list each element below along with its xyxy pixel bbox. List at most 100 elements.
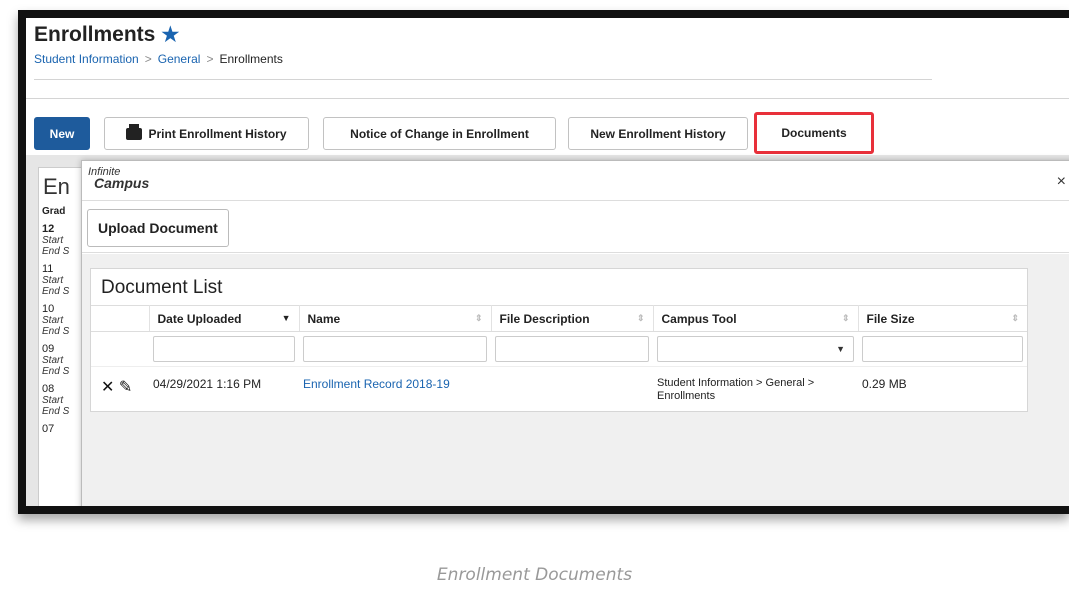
- screenshot-frame: Enrollments ★ Student Information > Gene…: [18, 10, 1069, 514]
- upload-button-label: Upload Document: [98, 220, 218, 236]
- action-toolbar: New Print Enrollment History Notice of C…: [26, 98, 1069, 154]
- end-label: End S: [42, 246, 70, 257]
- description-cell: [491, 367, 653, 408]
- enrollment-row[interactable]: 10 Start End S: [39, 303, 87, 337]
- date-cell: 04/29/2021 1:16 PM: [153, 377, 262, 391]
- grade-value: 08: [42, 383, 55, 395]
- start-label: Start: [42, 395, 64, 406]
- column-label: Name: [307, 311, 341, 326]
- grade-value: 07: [42, 423, 55, 435]
- document-list-title: Document List: [101, 277, 223, 298]
- end-label: End S: [42, 366, 70, 377]
- upload-document-button[interactable]: Upload Document: [87, 209, 229, 247]
- print-button-label: Print Enrollment History: [148, 126, 287, 141]
- start-label: Start: [42, 275, 64, 286]
- campus-tool-filter-select[interactable]: ▼: [657, 336, 854, 362]
- grade-value: 09: [42, 343, 55, 355]
- enrollment-panel-title: En: [43, 174, 70, 199]
- grade-value: 11: [42, 263, 54, 275]
- column-date-uploaded[interactable]: Date Uploaded ▼: [149, 305, 300, 332]
- logo-line-2: Campus: [94, 175, 150, 191]
- filter-description-cell: [491, 332, 653, 367]
- filter-date-cell: [149, 332, 299, 367]
- delete-icon[interactable]: ✕: [101, 379, 114, 396]
- page-header: Enrollments ★ Student Information > Gene…: [34, 22, 932, 80]
- description-filter-input[interactable]: [495, 336, 649, 362]
- modal-body: Document List Date Uploaded ▼ Name ⇕ Fil…: [82, 254, 1069, 506]
- modal-header: Infinite Campus ×: [82, 161, 1069, 201]
- filter-name-cell: [299, 332, 491, 367]
- filter-row: ▼: [91, 332, 1027, 367]
- new-button-label: New: [49, 126, 75, 141]
- document-list-panel: Document List Date Uploaded ▼ Name ⇕ Fil…: [90, 268, 1028, 412]
- end-label: End S: [42, 286, 70, 297]
- star-icon[interactable]: ★: [161, 22, 179, 47]
- page-title-text: Enrollments: [34, 22, 156, 46]
- enrollment-row[interactable]: 07: [39, 423, 87, 435]
- actions-column-header: [91, 305, 150, 332]
- new-button[interactable]: New: [34, 117, 90, 150]
- document-name-link[interactable]: Enrollment Record 2018-19: [299, 367, 491, 408]
- filter-size-cell: [858, 332, 1027, 367]
- column-label: File Description: [499, 311, 590, 326]
- filter-spacer: [91, 332, 149, 367]
- grade-header: Grad: [42, 206, 66, 217]
- name-filter-input[interactable]: [303, 336, 487, 362]
- pencil-icon[interactable]: ✎: [119, 379, 132, 396]
- breadcrumb-general[interactable]: General: [158, 52, 201, 66]
- enrollment-row[interactable]: 11 Start End S: [39, 263, 87, 297]
- enrollment-row[interactable]: 09 Start End S: [39, 343, 87, 377]
- printer-icon: [126, 123, 143, 140]
- grade-value: 10: [42, 303, 55, 315]
- table-row: ✕ ✎ 04/29/2021 1:16 PM Enrollment Record…: [91, 366, 1027, 408]
- notice-of-change-button[interactable]: Notice of Change in Enrollment: [323, 117, 556, 150]
- breadcrumb: Student Information > General > Enrollme…: [34, 52, 932, 66]
- documents-modal: Infinite Campus × Upload Document Docume…: [81, 160, 1069, 506]
- chevron-right-icon: >: [144, 52, 152, 66]
- sort-icon[interactable]: ⇕: [842, 313, 850, 324]
- documents-button[interactable]: Documents: [754, 112, 874, 154]
- sort-desc-icon[interactable]: ▼: [282, 313, 291, 323]
- sort-icon[interactable]: ⇕: [475, 313, 483, 324]
- campus-tool-cell: Student Information > General > Enrollme…: [657, 377, 815, 402]
- documents-button-label: Documents: [781, 126, 847, 140]
- enrollment-row[interactable]: 08 Start End S: [39, 383, 87, 417]
- print-enrollment-history-button[interactable]: Print Enrollment History: [104, 117, 309, 150]
- column-file-size[interactable]: File Size ⇕: [858, 305, 1027, 332]
- start-label: Start: [42, 315, 64, 326]
- new-enrollment-history-button[interactable]: New Enrollment History: [568, 117, 748, 150]
- chevron-right-icon: >: [206, 52, 214, 66]
- image-caption: Enrollment Documents: [436, 565, 633, 585]
- infinite-campus-logo: Infinite Campus: [88, 167, 150, 191]
- file-size-cell: 0.29 MB: [862, 377, 907, 391]
- date-filter-input[interactable]: [153, 336, 295, 362]
- column-file-description[interactable]: File Description ⇕: [491, 305, 654, 332]
- column-label: File Size: [866, 311, 915, 326]
- sort-icon[interactable]: ⇕: [637, 313, 645, 324]
- column-label: Date Uploaded: [157, 311, 242, 326]
- close-icon[interactable]: ×: [1057, 173, 1066, 191]
- new-history-button-label: New Enrollment History: [590, 126, 726, 141]
- enrollment-row[interactable]: 12 Start End S: [39, 223, 87, 257]
- upload-bar: Upload Document: [82, 201, 1069, 253]
- start-label: Start: [42, 235, 64, 246]
- column-campus-tool[interactable]: Campus Tool ⇕: [653, 305, 859, 332]
- end-label: End S: [42, 326, 70, 337]
- page-title: Enrollments ★: [34, 22, 932, 47]
- caret-down-icon: ▼: [836, 344, 845, 354]
- sort-icon[interactable]: ⇕: [1011, 313, 1019, 324]
- breadcrumb-student-information[interactable]: Student Information: [34, 52, 139, 66]
- table-header-row: Date Uploaded ▼ Name ⇕ File Description ⇕ C…: [91, 305, 1027, 332]
- size-filter-input[interactable]: [862, 336, 1023, 362]
- start-label: Start: [42, 355, 64, 366]
- row-actions: ✕ ✎: [91, 367, 149, 408]
- column-name[interactable]: Name ⇕: [299, 305, 492, 332]
- document-table: Date Uploaded ▼ Name ⇕ File Description ⇕ C…: [91, 305, 1027, 407]
- enrollments-page: Enrollments ★ Student Information > Gene…: [26, 18, 1069, 506]
- column-label: Campus Tool: [661, 311, 737, 326]
- end-label: End S: [42, 406, 70, 417]
- grade-value: 12: [42, 223, 55, 235]
- filter-tool-cell: ▼: [653, 332, 858, 367]
- breadcrumb-enrollments: Enrollments: [219, 52, 283, 66]
- notice-button-label: Notice of Change in Enrollment: [350, 126, 529, 141]
